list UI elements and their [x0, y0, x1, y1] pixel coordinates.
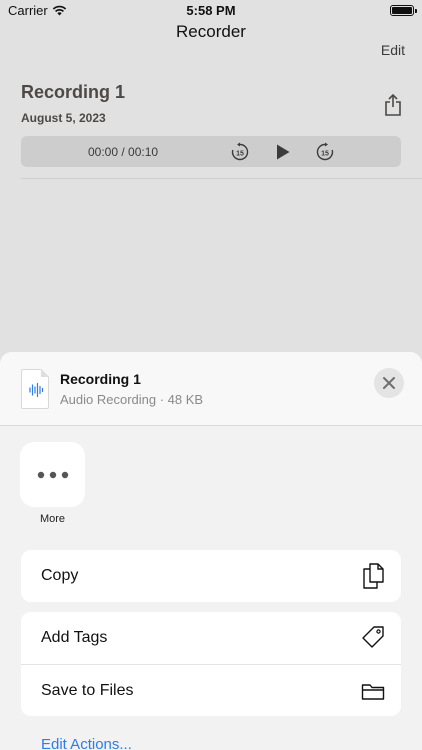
add-tags-label: Add Tags	[41, 629, 108, 646]
playback-time: 00:00 / 00:10	[88, 145, 159, 159]
share-sheet: Recording 1 Audio Recording · 48 KB More…	[0, 352, 422, 750]
status-bar: Carrier 5:58 PM	[0, 0, 422, 22]
waveform-icon	[29, 382, 44, 398]
more-button[interactable]	[20, 442, 85, 507]
skip-forward-seconds: 15	[321, 151, 329, 158]
player-bar: 00:00 / 00:10 15 15	[21, 136, 401, 167]
close-icon	[383, 377, 395, 389]
recording-title: Recording 1	[21, 82, 126, 102]
action-group-copy: Copy	[21, 550, 401, 602]
share-file-meta: Audio Recording · 48 KB	[60, 392, 204, 407]
status-time: 5:58 PM	[186, 3, 236, 18]
share-file-name: Recording 1	[60, 371, 141, 387]
play-icon[interactable]	[276, 144, 290, 160]
folder-icon	[361, 683, 385, 700]
copy-label: Copy	[41, 567, 79, 584]
recording-date: August 5, 2023	[21, 111, 106, 125]
close-button[interactable]	[374, 368, 404, 398]
more-icon	[37, 471, 68, 478]
edit-actions-link[interactable]: Edit Actions...	[41, 736, 132, 750]
battery-icon	[390, 5, 417, 16]
action-group-files: Add Tags Save to Files	[21, 612, 401, 716]
more-label: More	[39, 513, 66, 525]
skip-forward-15-icon[interactable]: 15	[315, 142, 335, 162]
page-title: Recorder	[176, 22, 246, 41]
edit-button[interactable]: Edit	[381, 42, 405, 58]
save-to-files-action[interactable]: Save to Files	[21, 664, 401, 716]
skip-back-seconds: 15	[236, 151, 244, 158]
skip-back-15-icon[interactable]: 15	[230, 142, 250, 162]
save-to-files-label: Save to Files	[41, 681, 134, 699]
tag-icon	[362, 626, 384, 648]
add-tags-action[interactable]: Add Tags	[21, 612, 401, 664]
copy-action[interactable]: Copy	[21, 550, 401, 602]
copy-icon	[363, 563, 384, 589]
share-icon[interactable]	[384, 94, 402, 116]
share-sheet-header: Recording 1 Audio Recording · 48 KB	[0, 352, 422, 426]
list-divider	[21, 178, 422, 179]
file-thumbnail	[21, 369, 49, 409]
